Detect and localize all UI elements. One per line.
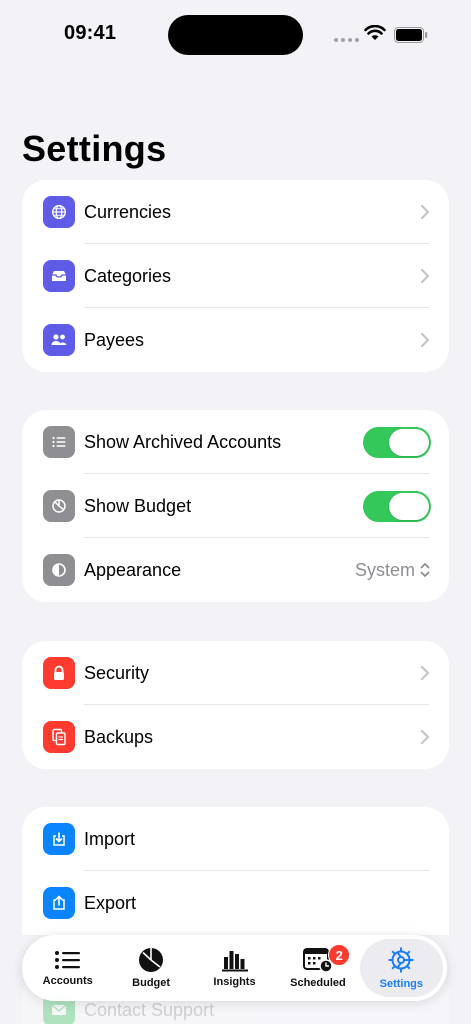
chevron-right-icon (421, 269, 429, 283)
gear-icon (388, 947, 414, 973)
chart-pie-icon (139, 948, 164, 972)
scheduled-badge: 2 (328, 944, 351, 966)
tab-accounts[interactable]: Accounts (26, 939, 109, 997)
row-label: Show Budget (84, 495, 192, 516)
contrast-icon (43, 554, 75, 586)
row-show-archived-accounts: Show Archived Accounts (22, 410, 449, 474)
row-label: Contact Support (84, 999, 215, 1020)
chart-pie-icon (43, 490, 75, 522)
battery-icon (394, 27, 428, 43)
row-export[interactable]: Export (22, 871, 449, 935)
row-label: Appearance (84, 559, 182, 580)
row-payees[interactable]: Payees (22, 308, 449, 372)
row-categories[interactable]: Categories (22, 244, 449, 308)
list-icon (43, 426, 75, 458)
lock-icon (43, 657, 75, 689)
row-show-budget: Show Budget (22, 474, 449, 538)
documents-icon (43, 721, 75, 753)
settings-group-display: Show Archived Accounts Show Budget Appea… (22, 410, 449, 602)
chevron-right-icon (421, 666, 429, 680)
cellular-signal-icon (334, 38, 359, 42)
row-label: Currencies (84, 201, 172, 222)
import-icon (43, 823, 75, 855)
row-appearance[interactable]: Appearance System (22, 538, 449, 602)
row-label: Categories (84, 265, 172, 286)
tab-label: Settings (379, 978, 424, 990)
tray-icon (43, 260, 75, 292)
globe-icon (43, 196, 75, 228)
status-time: 09:41 (64, 22, 117, 44)
people-icon (43, 324, 75, 356)
tab-label: Budget (132, 977, 171, 989)
row-import[interactable]: Import (22, 807, 449, 871)
tab-bar: Accounts Budget Insights 2 Scheduled Set… (22, 935, 447, 1001)
chevron-right-icon (421, 205, 429, 219)
row-label: Security (84, 662, 150, 683)
settings-group-safety: Security Backups (22, 641, 449, 769)
show-archived-accounts-toggle[interactable] (363, 426, 431, 458)
list-bullet-icon (54, 951, 80, 969)
chevron-right-icon (421, 730, 429, 744)
row-currencies[interactable]: Currencies (22, 180, 449, 244)
tab-label: Scheduled (290, 977, 346, 989)
row-label: Export (84, 892, 137, 913)
page-title: Settings (22, 128, 167, 169)
tab-budget[interactable]: Budget (109, 939, 192, 997)
show-budget-toggle[interactable] (363, 490, 431, 522)
tab-label: Insights (213, 976, 256, 988)
tab-label: Accounts (42, 975, 93, 987)
tab-insights[interactable]: Insights (193, 939, 276, 997)
tab-scheduled[interactable]: 2 Scheduled (276, 939, 359, 997)
dynamic-island (168, 15, 303, 55)
chevron-up-down-icon (420, 563, 430, 577)
bar-chart-icon (221, 951, 248, 972)
row-backups[interactable]: Backups (22, 705, 449, 769)
row-label: Import (84, 828, 136, 849)
row-security[interactable]: Security (22, 641, 449, 705)
status-bar: 09:41 (0, 0, 471, 70)
settings-group-data: Currencies Categories Payees (22, 180, 449, 372)
tab-settings[interactable]: Settings (359, 939, 444, 997)
settings-group-transfer: Import Export (22, 807, 449, 935)
row-label: Show Archived Accounts (84, 431, 282, 452)
export-icon (43, 887, 75, 919)
appearance-value: System (354, 559, 415, 580)
row-label: Backups (84, 726, 154, 747)
chevron-right-icon (421, 333, 429, 347)
row-label: Payees (84, 329, 145, 350)
wifi-icon (364, 25, 386, 40)
